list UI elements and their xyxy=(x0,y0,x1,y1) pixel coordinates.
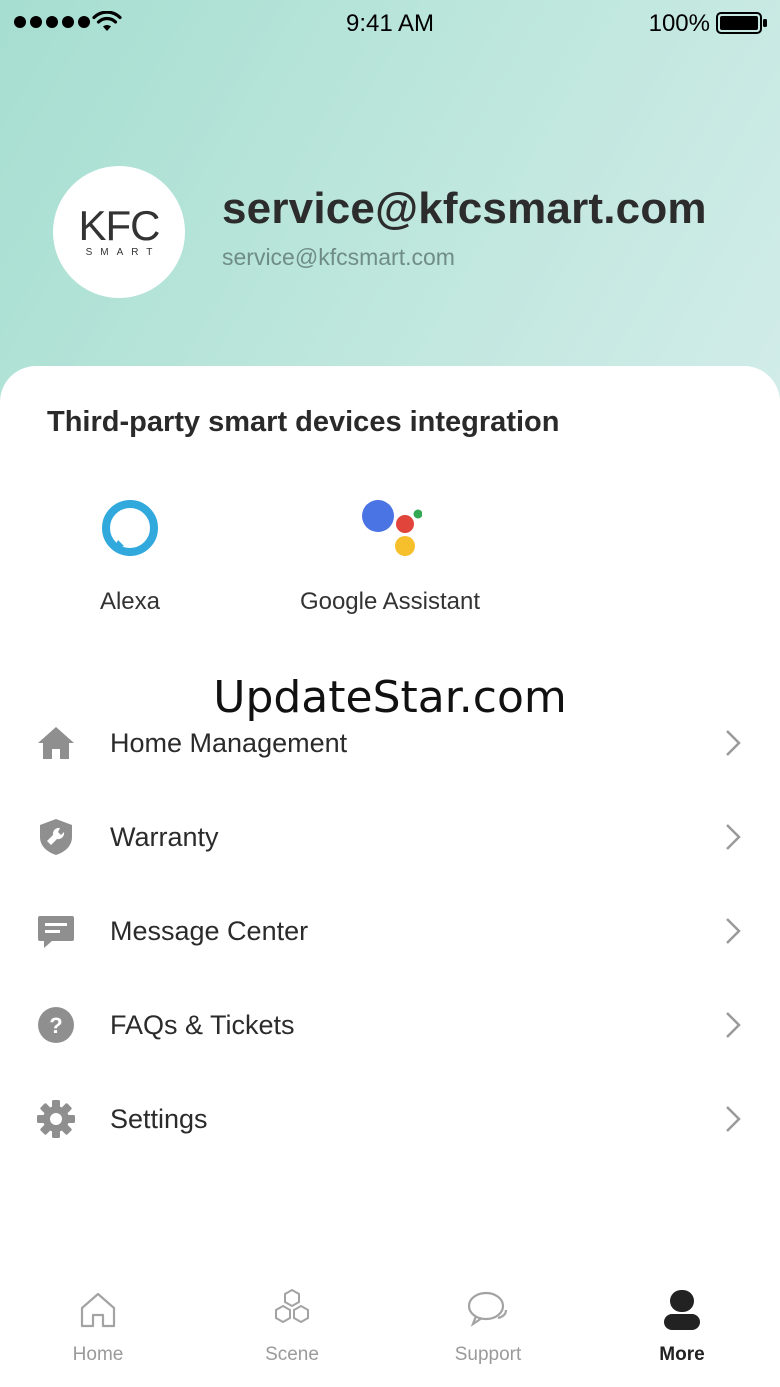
alexa-integration[interactable]: Alexa xyxy=(70,496,190,616)
home-icon xyxy=(38,727,74,759)
hexagons-icon xyxy=(275,1288,309,1324)
bottom-tab-bar: Home Scene Support More xyxy=(0,1280,780,1387)
google-assistant-integration[interactable]: Google Assistant xyxy=(270,496,510,616)
tab-home[interactable]: Home xyxy=(38,1288,158,1366)
svg-text:?: ? xyxy=(49,1013,62,1038)
menu-item-settings[interactable]: Settings xyxy=(0,1072,780,1166)
menu-item-warranty[interactable]: Warranty xyxy=(0,790,780,884)
tab-scene[interactable]: Scene xyxy=(232,1288,352,1366)
tab-more[interactable]: More xyxy=(622,1288,742,1366)
home-outline-icon xyxy=(80,1292,116,1328)
chevron-right-icon xyxy=(726,1012,741,1038)
tab-label: Home xyxy=(72,1344,124,1365)
google-assistant-label: Google Assistant xyxy=(299,588,481,615)
menu-item-faqs-tickets[interactable]: ? FAQs & Tickets xyxy=(0,978,780,1072)
menu-item-label: Message Center xyxy=(110,915,309,946)
tab-support[interactable]: Support xyxy=(428,1288,548,1366)
chevron-right-icon xyxy=(726,824,741,850)
chevron-right-icon xyxy=(726,730,741,756)
brand-logo: KFC xyxy=(78,201,161,249)
tab-label: Scene xyxy=(265,1344,319,1365)
alexa-icon xyxy=(102,500,158,556)
gear-icon xyxy=(37,1100,75,1138)
menu-item-home-management[interactable]: Home Management xyxy=(0,696,780,790)
menu-item-label: Warranty xyxy=(110,821,219,852)
shield-wrench-icon xyxy=(40,819,72,855)
integration-title: Third-party smart devices integration xyxy=(47,406,560,438)
menu-item-message-center[interactable]: Message Center xyxy=(0,884,780,978)
menu-item-label: Settings xyxy=(110,1103,208,1134)
chevron-right-icon xyxy=(726,918,741,944)
google-assistant-icon xyxy=(362,500,422,556)
status-bar: 9:41 AM 100% xyxy=(0,0,780,48)
question-icon: ? xyxy=(38,1007,74,1043)
alexa-label: Alexa xyxy=(99,588,161,615)
battery-percentage: 100% xyxy=(648,10,710,37)
menu-item-label: Home Management xyxy=(110,727,348,758)
profile-email: service@kfcsmart.com xyxy=(222,244,455,270)
profile-name[interactable]: service@kfcsmart.com xyxy=(222,184,707,234)
brand-logo-subtitle: SMART xyxy=(85,246,161,258)
person-icon xyxy=(664,1290,700,1330)
menu-item-label: FAQs & Tickets xyxy=(110,1009,295,1040)
chevron-right-icon xyxy=(726,1106,741,1132)
main-card: Third-party smart devices integration Al… xyxy=(0,366,780,1387)
chat-bubbles-icon xyxy=(467,1291,508,1327)
message-icon xyxy=(38,916,74,948)
avatar[interactable]: KFC SMART xyxy=(53,166,185,298)
tab-label: Support xyxy=(454,1344,522,1365)
battery-icon xyxy=(716,12,767,34)
tab-label: More xyxy=(659,1344,705,1365)
